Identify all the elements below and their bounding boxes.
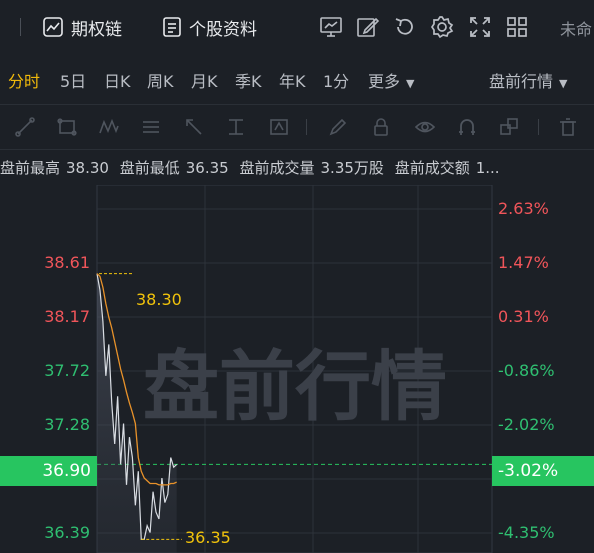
y-axis-left-tick: 37.28 (44, 415, 90, 434)
y-axis-left-tick: 36.39 (44, 523, 90, 542)
eye-icon[interactable] (414, 116, 436, 138)
tab-1min[interactable]: 1分 (323, 68, 349, 92)
y-axis-right-tick: 2.63% (498, 199, 549, 218)
tab-daily-k[interactable]: 日K (104, 68, 131, 92)
presentation-icon[interactable] (318, 14, 344, 40)
stock-info-button[interactable]: 个股资料 (162, 14, 257, 40)
premarket-low-label: 盘前最低 (119, 159, 180, 177)
current-price-box: 36.90 (0, 456, 97, 486)
chart-box-icon (43, 17, 63, 37)
caret-down-icon: ▼ (559, 77, 568, 90)
document-icon (163, 17, 181, 37)
tab-intraday[interactable]: 分时 (8, 68, 40, 92)
line-tool-icon[interactable] (14, 116, 36, 138)
premarket-volume-value: 3.35万股 (320, 159, 384, 177)
premarket-dropdown-label: 盘前行情 (489, 72, 554, 91)
premarket-turnover-value: 1... (475, 159, 500, 177)
premarket-volume-label: 盘前成交量 (239, 159, 315, 177)
magnet-icon[interactable] (456, 116, 478, 138)
drawing-toolbar (0, 104, 594, 150)
options-chain-button[interactable]: 期权链 (42, 14, 122, 40)
tab-more[interactable]: 更多 ▼ (368, 68, 414, 92)
refresh-icon[interactable] (392, 14, 418, 40)
tab-more-label: 更多 (368, 72, 401, 91)
premarket-low-value: 36.35 (185, 159, 229, 177)
layers-icon[interactable] (498, 116, 520, 138)
y-axis-right-tick: 1.47% (498, 253, 549, 272)
tab-weekly-k[interactable]: 周K (147, 68, 174, 92)
y-axis-right-tick: -4.35% (498, 523, 555, 542)
y-axis-left-tick: 37.72 (44, 361, 90, 380)
fullscreen-icon[interactable] (467, 14, 493, 40)
stock-info-label: 个股资料 (189, 19, 257, 40)
tab-monthly-k[interactable]: 月K (191, 68, 218, 92)
tab-5day[interactable]: 5日 (60, 68, 86, 92)
current-change-box: -3.02% (492, 456, 594, 486)
y-axis-right-tick: -0.86% (498, 361, 555, 380)
gear-icon[interactable] (429, 14, 455, 40)
y-axis-right-tick: -2.02% (498, 415, 555, 434)
wave-tool-icon[interactable] (98, 116, 120, 138)
premarket-info-line: 盘前最高 38.30 盘前最低 36.35 盘前成交量 3.35万股 盘前成交额 1..… (0, 157, 506, 178)
pen-icon[interactable] (327, 116, 349, 138)
unfavorite-button[interactable]: 未命 (560, 16, 592, 40)
low-price-annotation: 36.35 (185, 528, 231, 547)
tab-yearly-k[interactable]: 年K (279, 68, 306, 92)
caret-down-icon: ▼ (406, 77, 415, 90)
text-tool-icon[interactable] (268, 116, 290, 138)
high-price-annotation: 38.30 (136, 290, 182, 309)
intraday-chart[interactable]: 盘前行情 38.61 38.17 37.72 37.28 36.39 2.63% 1.47%… (0, 185, 594, 553)
period-tabs: 分时 5日 日K 周K 月K 季K 年K 1分 更多 ▼ 盘前行情 ▼ (0, 62, 594, 96)
premarket-high-label: 盘前最高 (0, 159, 61, 177)
lock-icon[interactable] (370, 116, 392, 138)
rectangle-tool-icon[interactable] (56, 116, 78, 138)
premarket-high-value: 38.30 (66, 159, 109, 177)
premarket-dropdown[interactable]: 盘前行情 ▼ (489, 68, 567, 92)
toolbar-divider (538, 119, 539, 135)
toolbar-divider (306, 119, 307, 135)
measure-tool-icon[interactable] (225, 116, 247, 138)
y-axis-left-tick: 38.17 (44, 307, 90, 326)
edit-icon[interactable] (355, 14, 381, 40)
parallel-lines-icon[interactable] (140, 116, 162, 138)
options-chain-label: 期权链 (71, 19, 122, 40)
trash-icon[interactable] (557, 116, 579, 138)
y-axis-right-tick: 0.31% (498, 307, 549, 326)
top-toolbar: 期权链 个股资料 未命 (0, 0, 594, 56)
premarket-turnover-label: 盘前成交额 (394, 159, 470, 177)
tab-quarterly-k[interactable]: 季K (235, 68, 262, 92)
grid-layout-icon[interactable] (504, 14, 530, 40)
y-axis-left-tick: 38.61 (44, 253, 90, 272)
toolbar-divider (20, 18, 21, 36)
chart-watermark: 盘前行情 (143, 342, 447, 431)
arrow-tool-icon[interactable] (183, 116, 205, 138)
